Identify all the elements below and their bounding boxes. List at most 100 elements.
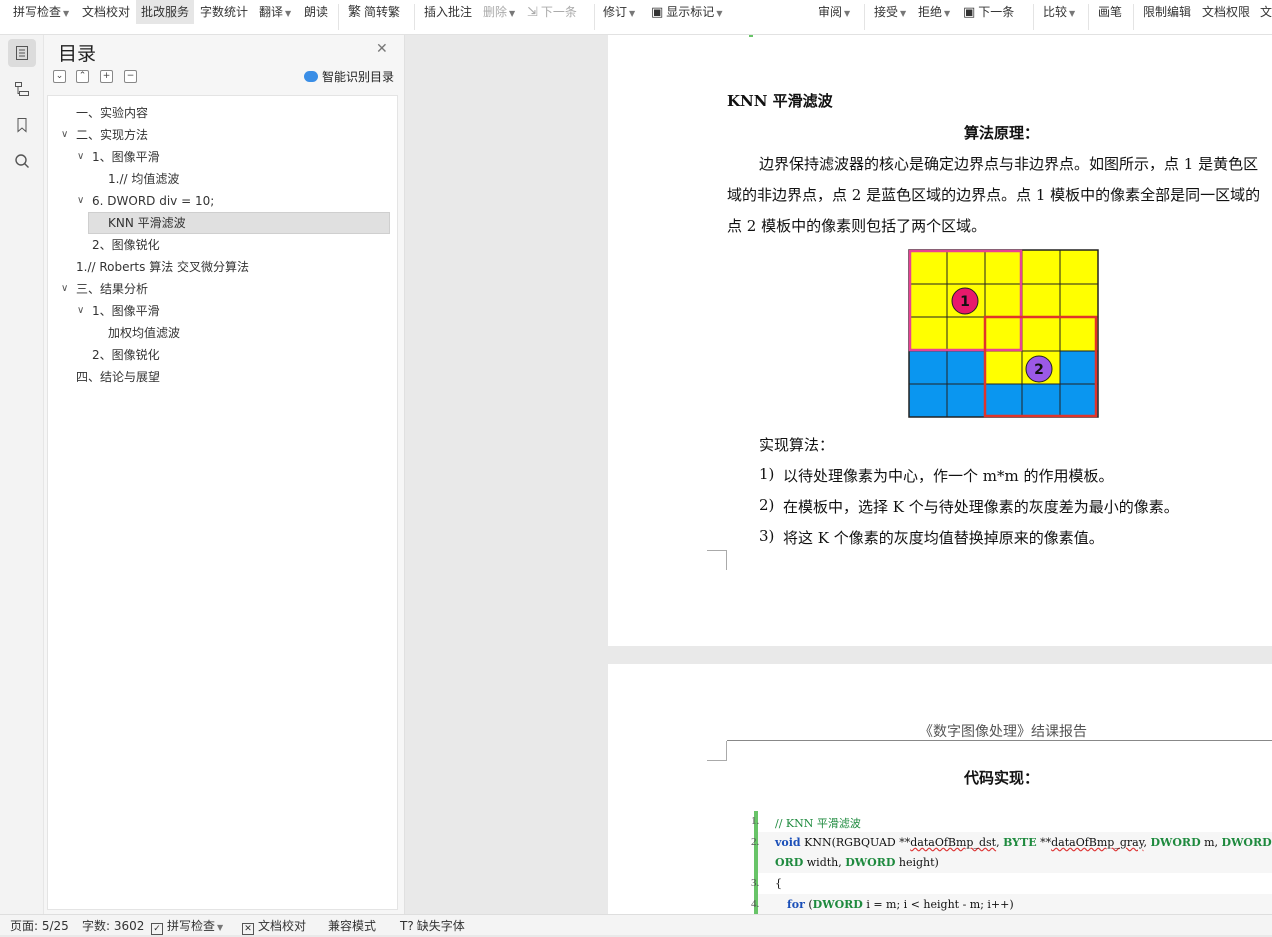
accept-button[interactable]: 接受 ▼: [874, 0, 906, 24]
chevron-down-icon[interactable]: ∨: [61, 129, 68, 140]
next-comment-button[interactable]: ⇲ 下一条: [527, 0, 577, 24]
proof-icon: ✕: [242, 923, 254, 935]
convert-icon: 繁: [348, 5, 362, 20]
line-number: 4.: [751, 898, 760, 910]
boundary-filter-figure: 1 2: [908, 249, 1099, 418]
bookmark-icon[interactable]: [8, 111, 36, 139]
margin-corner-mark: [707, 550, 727, 570]
toolbar-divider: [1033, 4, 1034, 30]
more-button[interactable]: 文: [1260, 0, 1272, 24]
chevron-down-icon: ▼: [63, 9, 70, 18]
toc-panel: 目录 ✕ ⌄ ⌃ + − 智能识别目录 一、实验内容 ∨ 二、实现方法 ∨ 1、…: [44, 35, 405, 914]
word-count-button[interactable]: 字数统计: [200, 0, 248, 24]
code-line: ORD width, DWORD height): [775, 856, 939, 869]
toc-item[interactable]: 1.// 均值滤波: [108, 168, 179, 190]
add-level-icon[interactable]: +: [100, 70, 113, 83]
chevron-down-icon[interactable]: ∨: [77, 151, 84, 162]
code-title: 代码实现：: [964, 769, 1040, 787]
checkbox-icon: ✓: [151, 923, 163, 935]
toc-item[interactable]: 6. DWORD div = 10;: [92, 190, 214, 212]
restrict-edit-button[interactable]: 限制编辑: [1143, 0, 1191, 24]
toolbar-divider: [864, 4, 865, 30]
toolbar-divider: [414, 4, 415, 30]
chevron-down-icon[interactable]: ∨: [77, 305, 84, 316]
compare-button[interactable]: 比较 ▼: [1043, 0, 1075, 24]
trad-simp-button[interactable]: 繁简转繁: [348, 0, 400, 24]
code-line: for (DWORD i = m; i < height - m; i++): [787, 898, 1014, 911]
search-icon[interactable]: [8, 147, 36, 175]
chevron-down-icon: ▼: [716, 9, 723, 18]
code-comment: // KNN 平滑滤波: [775, 817, 861, 830]
read-aloud-button[interactable]: 朗读: [304, 0, 328, 24]
step-number: 2): [759, 496, 775, 514]
missing-font-status[interactable]: T? 缺失字体: [400, 917, 465, 935]
compat-mode-status[interactable]: 兼容模式: [328, 917, 376, 935]
toc-item[interactable]: 三、结果分析: [76, 278, 148, 300]
chevron-down-icon: ▼: [509, 9, 516, 18]
step-text: 以待处理像素为中心，作一个 m*m 的作用模板。: [783, 467, 1114, 485]
spell-check-status[interactable]: ✓ 拼写检查 ▼: [151, 917, 223, 935]
toc-icon[interactable]: [8, 39, 36, 67]
point-1-label: 1: [960, 294, 970, 310]
smart-toc-button[interactable]: 智能识别目录: [304, 68, 394, 85]
toc-item[interactable]: 1、图像平滑: [92, 146, 160, 168]
section-heading: KNN 平滑滤波: [727, 92, 833, 110]
chevron-down-icon: ▼: [629, 9, 636, 18]
page-header: 《数字图像处理》结课报告: [919, 724, 1087, 740]
expand-up-icon[interactable]: ⌃: [76, 70, 89, 83]
reject-button[interactable]: 拒绝 ▼: [918, 0, 950, 24]
review-button[interactable]: 审阅 ▼: [818, 0, 850, 24]
toc-item[interactable]: 四、结论与展望: [76, 366, 160, 388]
toc-item[interactable]: 2、图像锐化: [92, 234, 160, 256]
line-number: 1.: [751, 815, 760, 827]
toc-title: 目录: [58, 43, 97, 65]
toc-item[interactable]: 2、图像锐化: [92, 344, 160, 366]
delete-comment-button[interactable]: 删除 ▼: [483, 0, 515, 24]
chevron-down-icon[interactable]: ∨: [61, 283, 68, 294]
chevron-down-icon[interactable]: ∨: [77, 195, 84, 206]
toc-item[interactable]: 二、实现方法: [76, 124, 148, 146]
translate-button[interactable]: 翻译 ▼: [259, 0, 291, 24]
toc-item[interactable]: 1、图像平滑: [92, 300, 160, 322]
document-canvas[interactable]: ▤▼ KNN 平滑滤波 算法原理： 边界保持滤波器的核心是确定边界点与非边界点。…: [405, 35, 1272, 914]
structure-icon[interactable]: [8, 75, 36, 103]
line-number: 3.: [751, 877, 760, 889]
step-text: 将这 K 个像素的灰度均值替换掉原来的像素值。: [783, 529, 1104, 547]
revise-button[interactable]: 修订 ▼: [603, 0, 635, 24]
toc-item[interactable]: 一、实验内容: [76, 102, 148, 124]
toolbar-divider: [594, 4, 595, 30]
doc-proof-status[interactable]: ✕ 文档校对: [242, 917, 306, 935]
chevron-down-icon: ▼: [217, 923, 224, 932]
toc-item-selected[interactable]: KNN 平滑滤波: [88, 212, 390, 234]
toolbar-divider: [1088, 4, 1089, 30]
toolbar-divider: [338, 4, 339, 30]
next-change-button[interactable]: ▣ 下一条: [963, 0, 1014, 24]
ai-icon: [304, 71, 318, 82]
code-line: {: [775, 877, 782, 890]
paragraph-line: 点 2 模板中的像素则包括了两个区域。: [727, 217, 987, 235]
page-indicator[interactable]: 页面: 5/25: [10, 917, 69, 935]
page-edge-marker: [749, 35, 753, 37]
chevron-down-icon: ▼: [844, 9, 851, 18]
status-bar: 页面: 5/25 字数: 3602 ✓ 拼写检查 ▼ ✕ 文档校对 兼容模式 T? 缺失…: [0, 914, 1272, 935]
code-line: void KNN(RGBQUAD **dataOfBmp_dst, BYTE *…: [775, 836, 1272, 849]
spell-check-button[interactable]: 拼写检查 ▼: [13, 0, 69, 24]
toc-item[interactable]: 1.// Roberts 算法 交叉微分算法: [76, 256, 249, 278]
doc-proof-button[interactable]: 文档校对: [82, 0, 130, 24]
page: 《数字图像处理》结课报告 代码实现： 1. // KNN 平滑滤波 2. voi…: [608, 664, 1272, 914]
insert-comment-button[interactable]: 插入批注: [424, 0, 472, 24]
doc-rights-button[interactable]: 文档权限: [1202, 0, 1250, 24]
header-rule: [727, 740, 1272, 741]
toc-item[interactable]: 加权均值滤波: [108, 322, 180, 344]
show-marks-button[interactable]: ▣ 显示标记 ▼: [651, 0, 722, 24]
point-2-label: 2: [1034, 362, 1044, 378]
pen-button[interactable]: 画笔: [1098, 0, 1122, 24]
toc-tree: 一、实验内容 ∨ 二、实现方法 ∨ 1、图像平滑 1.// 均值滤波 ∨ 6. …: [47, 95, 398, 910]
correct-service-button[interactable]: 批改服务: [136, 0, 195, 24]
remove-level-icon[interactable]: −: [124, 70, 137, 83]
chevron-down-icon: ▼: [285, 9, 292, 18]
chevron-down-icon: ▼: [900, 9, 907, 18]
collapse-all-icon[interactable]: ⌄: [53, 70, 66, 83]
close-icon[interactable]: ✕: [376, 41, 388, 57]
word-count-indicator[interactable]: 字数: 3602: [82, 917, 144, 935]
